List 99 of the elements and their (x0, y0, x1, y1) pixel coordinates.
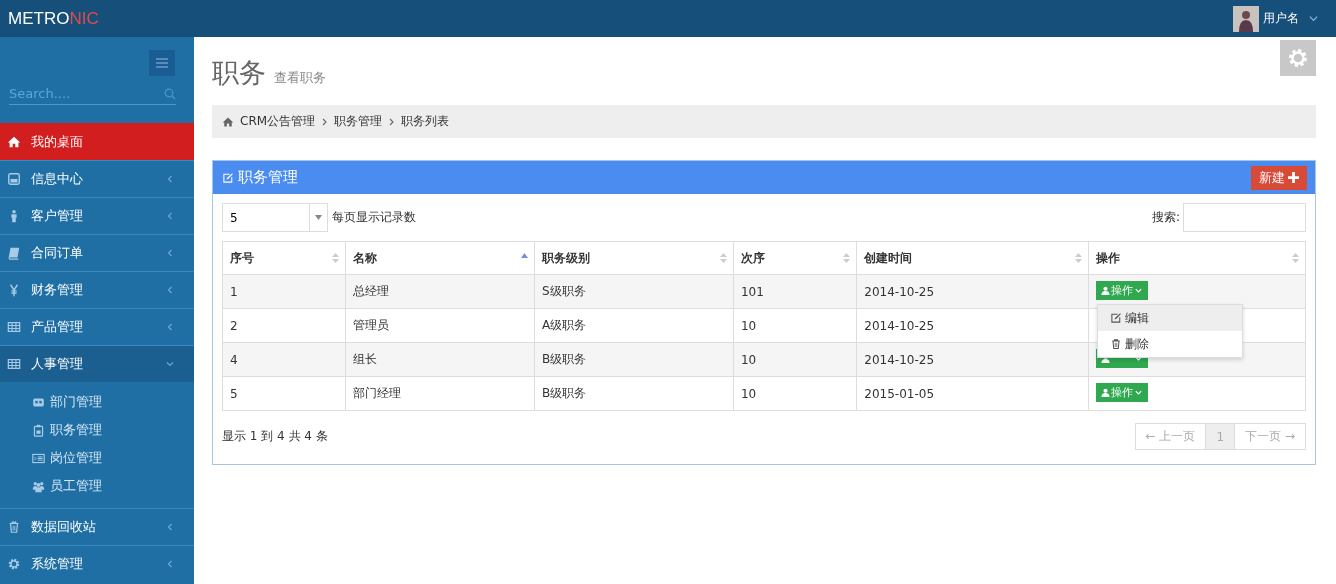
settings-button[interactable] (1280, 40, 1316, 76)
table-icon (7, 320, 21, 334)
menu-item[interactable]: 编辑 (1098, 305, 1242, 331)
table-cell: 101 (733, 274, 857, 309)
search-field[interactable] (1183, 203, 1306, 232)
card-icon (7, 172, 21, 186)
table-cell: A级职务 (534, 308, 734, 343)
avatar-icon[interactable] (1233, 5, 1259, 32)
edit-icon (1110, 312, 1122, 324)
sort-icon[interactable] (843, 252, 851, 264)
badge-icon (32, 423, 45, 437)
submenu-item[interactable]: 职务管理 (32, 416, 194, 444)
chevron-left-icon (166, 523, 174, 531)
sidebar-item[interactable]: 人事管理 (0, 345, 194, 382)
table-cell: S级职务 (534, 274, 734, 309)
chevron-down-icon (166, 360, 174, 368)
user-name[interactable]: 用户名 (1263, 10, 1299, 27)
table-cell: 5 (222, 376, 346, 411)
column-header[interactable]: 操作 (1088, 241, 1306, 275)
sort-icon[interactable] (1292, 252, 1299, 264)
page-size-select[interactable]: 5 (222, 203, 328, 232)
chevron-right-icon (321, 117, 329, 126)
book-icon (7, 246, 21, 260)
table-cell: 4 (222, 342, 346, 377)
menu-button[interactable] (149, 50, 175, 76)
chevron-left-icon (166, 323, 174, 331)
page-subtitle: 查看职务 (274, 69, 326, 87)
group-icon (32, 479, 45, 493)
new-button[interactable]: 新建 (1251, 165, 1307, 190)
column-header[interactable]: 职务级别 (534, 241, 734, 275)
chevron-left-icon (166, 286, 174, 294)
sort-icon[interactable] (719, 252, 727, 264)
submenu-item[interactable]: 员工管理 (32, 472, 194, 500)
user-icon (1100, 285, 1110, 295)
page-size-label: 每页显示记录数 (332, 209, 416, 226)
search-label: 搜索: (1151, 209, 1180, 226)
submenu-item[interactable]: 部门管理 (32, 388, 194, 416)
logo[interactable]: METRONIC (8, 8, 99, 29)
table-cell: B级职务 (534, 342, 734, 377)
sort-icon[interactable] (332, 252, 340, 264)
sidebar-item[interactable]: 客户管理 (0, 197, 194, 234)
plus-icon (1288, 172, 1299, 183)
table-cell: 2015-01-05 (856, 376, 1089, 411)
table-cell: 2014-10-25 (856, 308, 1089, 343)
chevron-left-icon (166, 249, 174, 257)
chevron-left-icon (166, 175, 174, 183)
table-cell: 2 (222, 308, 346, 343)
table-cell: 2014-10-25 (856, 342, 1089, 377)
table-cell: 组长 (345, 342, 535, 377)
caret-icon (315, 215, 322, 220)
sort-icon[interactable] (1074, 252, 1082, 264)
action-button[interactable]: 操作 (1095, 280, 1148, 300)
chevron-left-icon (166, 212, 174, 220)
edit-icon (222, 171, 234, 184)
table-icon (7, 357, 21, 371)
chevron-down-icon[interactable] (1309, 14, 1318, 23)
id-card-icon (32, 395, 45, 409)
chevron-right-icon (388, 117, 396, 126)
column-header[interactable]: 名称 (345, 241, 535, 275)
sidebar-item[interactable]: 信息中心 (0, 160, 194, 197)
settings-icon (1287, 47, 1309, 69)
submenu-item[interactable]: 岗位管理 (32, 444, 194, 472)
column-header[interactable]: 创建时间 (856, 241, 1089, 275)
trash-icon (1110, 338, 1122, 350)
breadcrumb-link[interactable]: 职务管理 (334, 113, 383, 130)
sidebar-item[interactable]: 系统管理 (0, 545, 194, 582)
table-cell: 10 (733, 376, 857, 411)
table-cell: 管理员 (345, 308, 535, 343)
gear-icon (7, 557, 21, 571)
chevron-left-icon (166, 560, 174, 568)
table-cell: 1 (222, 274, 346, 309)
page-title: 职务 (212, 56, 266, 90)
table-cell: 10 (733, 308, 857, 343)
table-cell: 10 (733, 342, 857, 377)
table-cell: 总经理 (345, 274, 535, 309)
breadcrumb-link[interactable]: CRM公告管理 (240, 113, 316, 130)
home-icon (7, 135, 21, 149)
user-icon (1100, 387, 1110, 397)
column-header[interactable]: 次序 (733, 241, 857, 275)
table-info: 显示 1 到 4 共 4 条 (222, 428, 328, 445)
home-icon (222, 115, 234, 128)
action-button[interactable]: 操作 (1095, 382, 1148, 402)
search-icon[interactable] (164, 87, 176, 100)
sidebar-item[interactable]: 数据回收站 (0, 508, 194, 545)
table-cell: 2014-10-25 (856, 274, 1089, 309)
sidebar-item[interactable]: 我的桌面 (0, 123, 194, 160)
sidebar-item[interactable]: 财务管理 (0, 271, 194, 308)
menu-icon (154, 55, 170, 71)
table-cell: B级职务 (534, 376, 734, 411)
yen-icon (7, 283, 21, 297)
table-cell: 部门经理 (345, 376, 535, 411)
panel-title: 职务管理 (238, 168, 298, 187)
trash-icon (7, 520, 21, 534)
search-field[interactable]: Search.... (9, 86, 164, 101)
sidebar-item[interactable]: 合同订单 (0, 234, 194, 271)
list-icon (32, 451, 45, 465)
column-header[interactable]: 序号 (222, 241, 346, 275)
breadcrumb-link[interactable]: 职务列表 (401, 113, 450, 130)
menu-item[interactable]: 删除 (1098, 331, 1242, 357)
